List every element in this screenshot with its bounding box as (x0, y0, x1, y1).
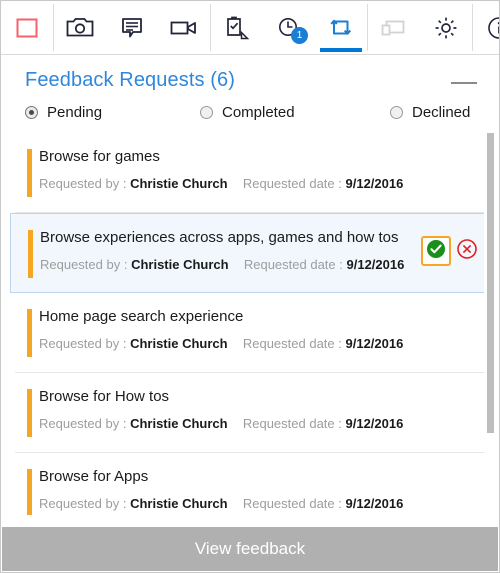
toolbar-button-feedback-requests[interactable] (315, 1, 367, 54)
minimize-dash-icon (451, 82, 477, 84)
check-circle-icon (426, 239, 446, 264)
toolbar-group-media (54, 1, 210, 54)
minimize-button[interactable] (451, 79, 477, 87)
toolbar-button-settings[interactable] (420, 1, 472, 54)
row-accent-bar (27, 309, 32, 357)
request-meta: Requested by : Christie Church Requested… (39, 336, 485, 351)
status-filter-group: Pending Completed Declined (1, 92, 499, 133)
filter-radio-pending[interactable]: Pending (25, 104, 200, 121)
requested-by-label: Requested by : (39, 416, 127, 431)
view-feedback-button[interactable]: View feedback (2, 527, 498, 571)
toolbar-group-config (368, 1, 472, 54)
request-title: Browse for Apps (39, 468, 149, 485)
row-accent-bar (27, 149, 32, 197)
toolbar-button-screenshot[interactable] (54, 1, 106, 54)
feedback-request-icon (328, 16, 354, 40)
device-monitor-icon (380, 17, 408, 39)
table-row[interactable]: Browse for Apps Requested by : Christie … (15, 453, 485, 515)
filter-label-pending: Pending (47, 104, 103, 121)
scrollbar-thumb[interactable] (487, 133, 494, 433)
requested-by-label: Requested by : (39, 496, 127, 511)
list-scrollbar[interactable] (484, 133, 496, 515)
gear-settings-icon (433, 15, 459, 41)
requested-date-label: Requested date : (242, 496, 342, 511)
clipboard-check-icon (222, 13, 252, 43)
radio-dot-icon (390, 106, 403, 119)
filter-label-declined: Declined (412, 104, 471, 121)
comment-note-icon (120, 16, 144, 40)
info-icon (486, 15, 499, 41)
feedback-request-list: Browse for games Requested by : Christie… (1, 133, 499, 515)
toolbar-button-test-case[interactable] (211, 1, 263, 54)
requested-by-value: Christie Church (130, 336, 228, 351)
request-meta: Requested by : Christie Church Requested… (39, 176, 485, 191)
request-meta: Requested by : Christie Church Requested… (39, 416, 485, 431)
capture-region-icon (15, 16, 39, 40)
screenshot-camera-icon (66, 16, 94, 40)
requested-by-value: Christie Church (130, 416, 228, 431)
request-title: Browse for games (39, 148, 160, 165)
requested-by-label: Requested by : (39, 176, 127, 191)
video-record-icon (170, 18, 198, 38)
toolbar-button-capture-region[interactable] (1, 1, 53, 54)
requested-date-label: Requested date : (243, 257, 343, 272)
filter-label-completed: Completed (222, 104, 295, 121)
requested-date-value: 9/12/2016 (346, 257, 405, 272)
table-row[interactable]: Browse experiences across apps, games an… (10, 213, 490, 293)
requested-date-value: 9/12/2016 (345, 416, 404, 431)
toolbar-button-comment[interactable] (106, 1, 158, 54)
toolbar-group-capture (1, 1, 53, 54)
requested-date-label: Requested date : (242, 416, 342, 431)
row-accent-bar (27, 389, 32, 437)
page-title: Feedback Requests (6) (25, 69, 235, 91)
toolbar-button-about[interactable] (473, 1, 499, 54)
requested-date-value: 9/12/2016 (345, 176, 404, 191)
requested-by-value: Christie Church (130, 496, 228, 511)
requested-date-value: 9/12/2016 (345, 336, 404, 351)
table-row[interactable]: Browse for games Requested by : Christie… (15, 133, 485, 213)
row-action-group (421, 236, 481, 266)
requested-by-label: Requested by : (39, 336, 127, 351)
toolbar-group-info (473, 1, 499, 54)
decline-button[interactable] (453, 237, 481, 265)
requested-date-label: Requested date : (242, 176, 342, 191)
filter-radio-completed[interactable]: Completed (200, 104, 390, 121)
radio-dot-icon (200, 106, 213, 119)
requested-by-value: Christie Church (131, 257, 229, 272)
row-accent-bar (27, 469, 32, 515)
view-feedback-label: View feedback (194, 539, 306, 558)
request-title: Home page search experience (39, 308, 244, 325)
row-accent-bar (28, 230, 33, 278)
toolbar-group-workflow: 1 (211, 1, 367, 54)
filter-radio-declined[interactable]: Declined (390, 104, 470, 121)
requested-date-label: Requested date : (242, 336, 342, 351)
panel-header: Feedback Requests (6) (1, 55, 499, 92)
pending-items-badge: 1 (291, 27, 308, 44)
toolbar-button-record-video[interactable] (158, 1, 210, 54)
feedback-requests-window: 1 Feedback Requests (6) Pending Complete… (0, 0, 500, 573)
request-meta: Requested by : Christie Church Requested… (39, 496, 485, 511)
table-row[interactable]: Home page search experience Requested by… (15, 293, 485, 373)
radio-dot-icon (25, 106, 38, 119)
requested-by-value: Christie Church (130, 176, 228, 191)
table-row[interactable]: Browse for How tos Requested by : Christ… (15, 373, 485, 453)
requested-by-label: Requested by : (40, 257, 128, 272)
requested-date-value: 9/12/2016 (345, 496, 404, 511)
toolbar-button-pending-items[interactable]: 1 (263, 1, 315, 54)
main-toolbar: 1 (1, 1, 499, 55)
toolbar-button-devices[interactable] (368, 1, 420, 54)
feedback-request-list-inner: Browse for games Requested by : Christie… (1, 133, 499, 515)
approve-button[interactable] (421, 236, 451, 266)
close-circle-icon (456, 238, 478, 265)
request-title: Browse for How tos (39, 388, 170, 405)
